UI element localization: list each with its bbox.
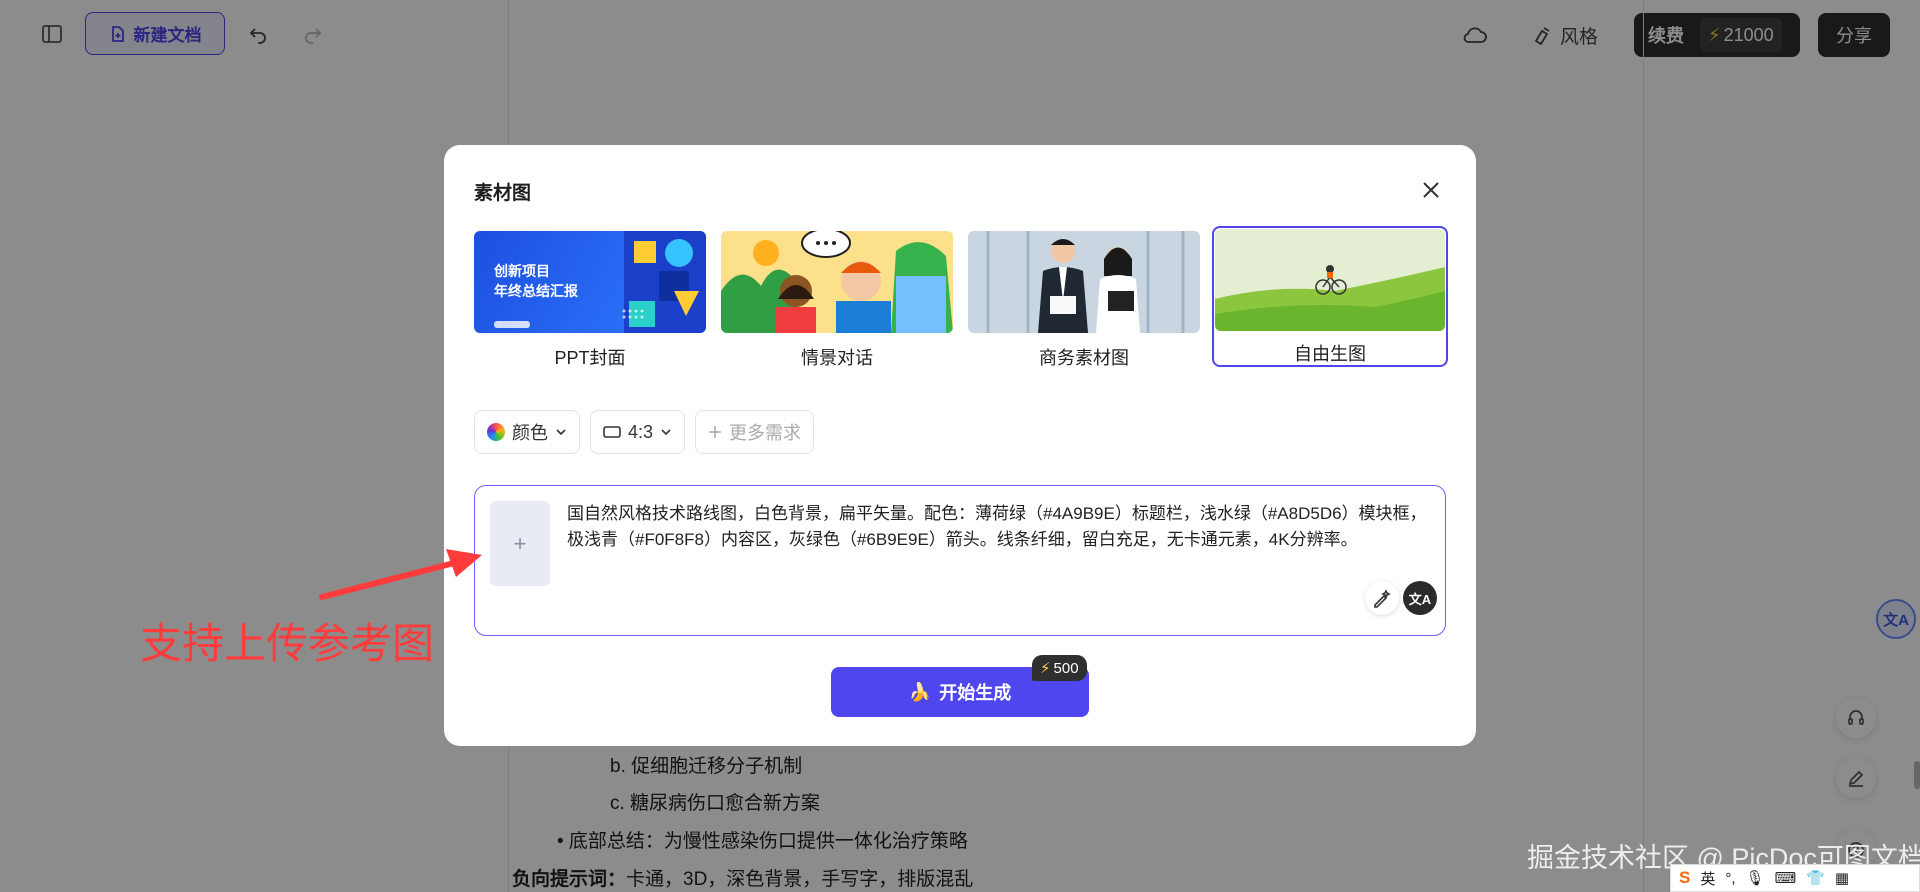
- ppt-thumb-title-1: 创新项目: [494, 263, 550, 279]
- cost-value: 500: [1053, 659, 1079, 677]
- ppt-thumb-title-2: 年终总结汇报: [494, 283, 578, 299]
- prompt-input-area[interactable]: + 国自然风格技术路线图，白色背景，扁平矢量。配色：薄荷绿（#4A9B9E）标题…: [474, 485, 1446, 636]
- plus-icon: +: [513, 530, 527, 556]
- start-generate-label: 开始生成: [939, 683, 1012, 703]
- ppt-cover-thumbnail: 创新项目 年终总结汇报: [474, 231, 706, 333]
- prompt-textarea[interactable]: 国自然风格技术路线图，白色背景，扁平矢量。配色：薄荷绿（#4A9B9E）标题栏，…: [567, 501, 1427, 553]
- more-requirements-button[interactable]: 更多需求: [695, 410, 815, 454]
- aspect-ratio-icon: [603, 426, 621, 438]
- color-select[interactable]: 颜色: [474, 410, 580, 454]
- options-row: 颜色 4:3 更多需求: [474, 410, 815, 454]
- microphone-icon[interactable]: 🎙: [1746, 869, 1765, 887]
- material-image-dialog: 素材图 创新项目 年终总结汇报 PPT封面 情景对话 商务素材图 自由生图 颜色…: [444, 145, 1476, 746]
- color-palette-icon: [487, 423, 505, 441]
- free-generation-thumbnail: [1215, 229, 1445, 331]
- color-label: 颜色: [512, 423, 548, 443]
- keyboard-icon[interactable]: ⌨: [1775, 869, 1797, 887]
- banana-icon: 🍌: [908, 681, 932, 702]
- template-label: 自由生图: [1294, 344, 1366, 364]
- punctuation-icon[interactable]: °,: [1725, 870, 1735, 887]
- translate-icon[interactable]: 文A: [1403, 581, 1437, 615]
- prompt-tools: 文A: [1365, 581, 1437, 615]
- scene-dialogue-thumbnail: [721, 231, 953, 333]
- template-label: PPT封面: [554, 348, 626, 368]
- ratio-label: 4:3: [628, 421, 654, 442]
- template-label: 情景对话: [801, 348, 873, 368]
- annotation-arrow-icon: [319, 549, 482, 600]
- ime-toolbar: S 英 °, 🎙 ⌨ 👕 ▦: [1670, 864, 1920, 892]
- dialog-title: 素材图: [474, 183, 532, 204]
- annotation-text: 支持上传参考图: [140, 620, 435, 667]
- skin-icon[interactable]: 👕: [1806, 869, 1825, 887]
- chevron-down-icon: [556, 429, 566, 436]
- template-ppt-cover[interactable]: 创新项目 年终总结汇报 PPT封面: [474, 231, 706, 368]
- plus-icon: [709, 426, 722, 438]
- close-icon[interactable]: [1417, 176, 1445, 204]
- lightning-icon: ⚡: [1040, 660, 1051, 677]
- ratio-select[interactable]: 4:3: [590, 410, 686, 454]
- sogou-icon[interactable]: S: [1679, 868, 1690, 888]
- upload-reference-button[interactable]: +: [490, 501, 550, 586]
- template-list: 创新项目 年终总结汇报 PPT封面 情景对话 商务素材图 自由生图: [474, 226, 1448, 368]
- template-scene-dialogue[interactable]: 情景对话: [721, 231, 953, 368]
- toolbox-icon[interactable]: ▦: [1835, 869, 1849, 887]
- ime-language[interactable]: 英: [1700, 868, 1715, 889]
- cost-badge: ⚡ 500: [1032, 655, 1087, 681]
- business-thumbnail: [968, 231, 1200, 333]
- chevron-down-icon: [661, 429, 671, 436]
- magic-pen-icon[interactable]: [1365, 581, 1399, 615]
- template-free-generation[interactable]: 自由生图: [1212, 226, 1448, 367]
- more-requirements-label: 更多需求: [729, 423, 802, 443]
- template-label: 商务素材图: [1039, 348, 1129, 368]
- template-business[interactable]: 商务素材图: [968, 231, 1200, 368]
